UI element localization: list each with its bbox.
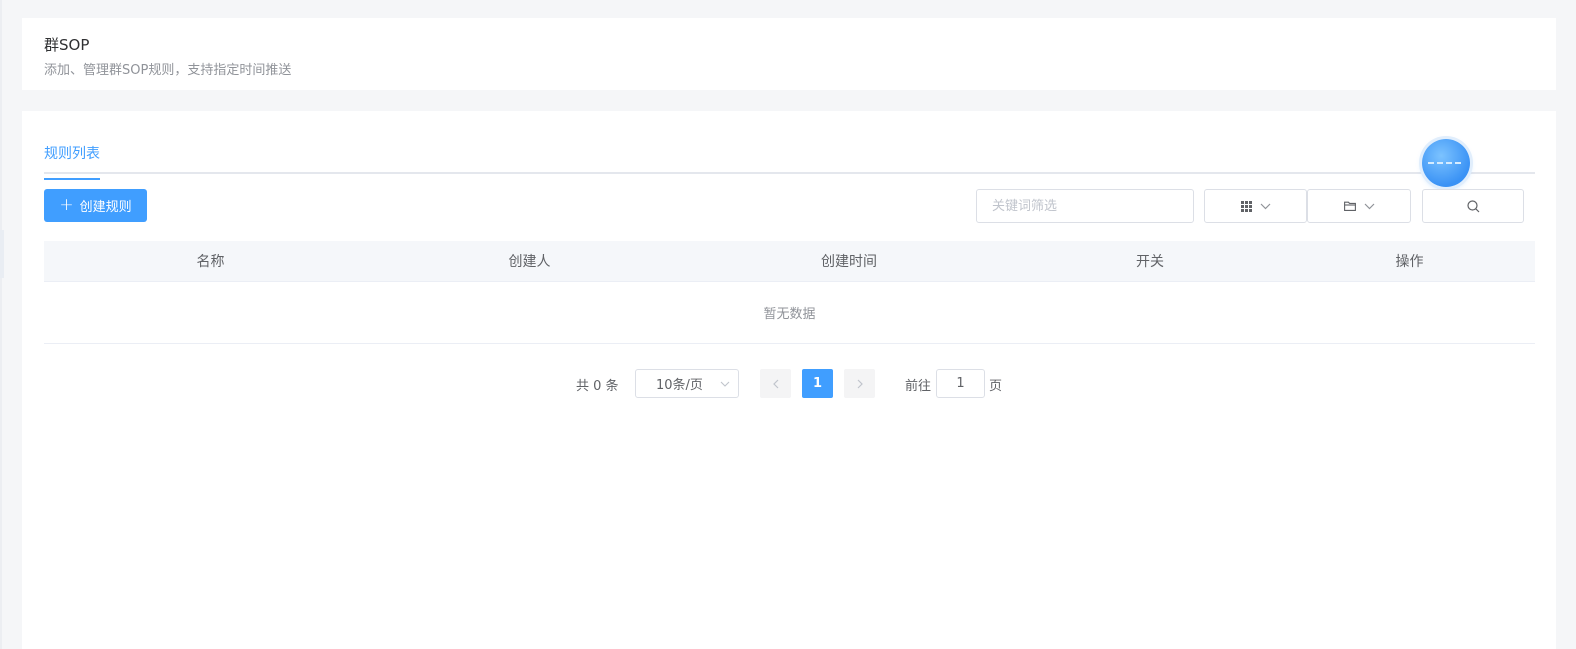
rule-table: 名称 创建人 创建时间 开关 操作 暂无数据 <box>44 241 1535 344</box>
page-size-select[interactable]: 10条/页 <box>635 369 739 398</box>
folder-icon <box>1343 201 1356 211</box>
page-size-value: 10条/页 <box>656 378 703 393</box>
column-header-created-time: 创建时间 <box>821 254 877 270</box>
column-header-name: 名称 <box>196 254 225 270</box>
goto-label: 前往 <box>905 379 932 394</box>
sidebar-collapse-handle[interactable] <box>0 230 4 278</box>
table-header-row: 名称 创建人 创建时间 开关 操作 <box>44 241 1535 282</box>
chevron-right-icon <box>857 379 863 388</box>
empty-text: 暂无数据 <box>763 307 816 322</box>
chevron-down-icon <box>1260 203 1270 209</box>
column-header-creator: 创建人 <box>508 254 551 270</box>
page-unit-label: 页 <box>989 379 1003 394</box>
create-rule-label: 创建规则 <box>79 200 132 215</box>
page-description: 添加、管理群SOP规则，支持指定时间推送 <box>44 63 292 78</box>
plus-icon: + <box>59 195 74 215</box>
tab-rule-list[interactable]: 规则列表 <box>44 143 100 180</box>
page-title: 群SOP <box>44 36 90 54</box>
column-header-actions: 操作 <box>1395 254 1424 270</box>
prev-page-button[interactable] <box>760 369 791 398</box>
goto-page-input[interactable] <box>936 369 985 398</box>
chevron-down-icon <box>720 381 730 387</box>
chevron-down-icon <box>1364 203 1374 209</box>
view-mode-dropdown[interactable] <box>1204 189 1307 223</box>
tab-bar: 规则列表 <box>44 137 1535 180</box>
pagination: 共 0 条 10条/页 1 前往 页 <box>22 368 1556 398</box>
grid-icon <box>1240 200 1252 212</box>
assistant-dash-icon <box>1428 162 1464 164</box>
total-count: 共 0 条 <box>576 379 619 394</box>
create-rule-button[interactable]: + 创建规则 <box>44 189 147 222</box>
table-empty-row: 暂无数据 <box>44 282 1535 344</box>
page-header: 群SOP 添加、管理群SOP规则，支持指定时间推送 <box>22 18 1556 90</box>
keyword-filter-input[interactable] <box>976 189 1194 223</box>
search-button[interactable] <box>1422 189 1524 223</box>
chevron-left-icon <box>772 379 778 388</box>
next-page-button[interactable] <box>844 369 875 398</box>
page-number-current[interactable]: 1 <box>802 369 833 398</box>
search-icon <box>1466 199 1479 212</box>
main-card: 规则列表 + 创建规则 关键词筛选 名称 创建人 创建时间 开关 操作 暂无数据… <box>22 111 1556 649</box>
left-edge <box>0 0 2 649</box>
column-header-switch: 开关 <box>1136 254 1164 270</box>
folder-dropdown[interactable] <box>1307 189 1411 223</box>
floating-assistant-button[interactable] <box>1422 139 1470 187</box>
